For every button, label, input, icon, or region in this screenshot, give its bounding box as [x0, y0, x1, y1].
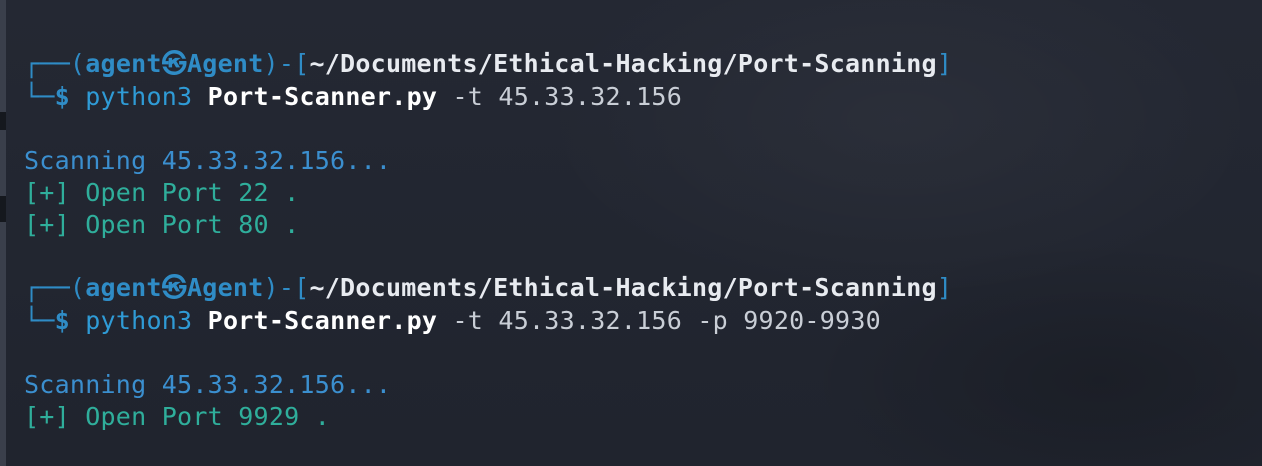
command-line[interactable]: └─$ python3 Port-Scanner.py -t 45.33.32.…: [24, 305, 881, 337]
prompt-open-paren: (: [69, 49, 86, 78]
command-program: python3: [85, 306, 193, 335]
prompt-box-top: ┌──: [24, 273, 70, 302]
terminal-window[interactable]: ┌──(agent㉿Agent)-[~/Documents/Ethical-Ha…: [0, 0, 1262, 466]
command-script: Port-Scanner.py: [207, 82, 438, 111]
command-script: Port-Scanner.py: [207, 306, 438, 335]
edge-shadow: [0, 112, 6, 130]
prompt-close-bracket: ]: [936, 273, 953, 302]
prompt-user: agent: [85, 273, 162, 302]
prompt-user: agent: [85, 49, 162, 78]
command-program: python3: [85, 82, 193, 111]
prompt-box-top: ┌──: [24, 49, 70, 78]
prompt-close-bracket: ]: [936, 49, 953, 78]
kali-at-icon: ㉿: [161, 273, 187, 302]
prompt-open-paren: (: [69, 273, 86, 302]
output-line: Scanning 45.33.32.156...: [24, 146, 392, 175]
output-line: Scanning 45.33.32.156...: [24, 370, 392, 399]
output-line: [+] Open Port 22 .: [24, 178, 300, 207]
prompt-dash: -: [278, 273, 295, 302]
prompt-close-paren: ): [263, 49, 279, 78]
prompt-path: ~/Documents/Ethical-Hacking/Port-Scannin…: [309, 273, 937, 302]
prompt-dollar: $: [54, 82, 70, 111]
prompt-open-bracket: [: [294, 273, 310, 302]
prompt-host: Agent: [187, 273, 264, 302]
command-line[interactable]: └─$ python3 Port-Scanner.py -t 45.33.32.…: [24, 81, 682, 113]
prompt-line-top: ┌──(agent㉿Agent)-[~/Documents/Ethical-Ha…: [24, 272, 952, 304]
prompt-path: ~/Documents/Ethical-Hacking/Port-Scannin…: [309, 49, 937, 78]
prompt-box-bottom: └─: [24, 306, 55, 335]
prompt-dash: -: [278, 49, 295, 78]
kali-at-icon: ㉿: [161, 49, 187, 78]
prompt-close-paren: ): [263, 273, 279, 302]
command-args: -t 45.33.32.156: [452, 82, 683, 111]
output-line: [+] Open Port 80 .: [24, 210, 300, 239]
prompt-line-top: ┌──(agent㉿Agent)-[~/Documents/Ethical-Ha…: [24, 48, 952, 80]
command-args: -t 45.33.32.156 -p 9920-9930: [452, 306, 881, 335]
window-left-edge: [0, 0, 6, 466]
prompt-box-bottom: └─: [24, 82, 55, 111]
prompt-host: Agent: [187, 49, 264, 78]
output-line: [+] Open Port 9929 .: [24, 402, 331, 431]
prompt-dollar: $: [54, 306, 70, 335]
edge-shadow: [0, 196, 6, 222]
prompt-open-bracket: [: [294, 49, 310, 78]
